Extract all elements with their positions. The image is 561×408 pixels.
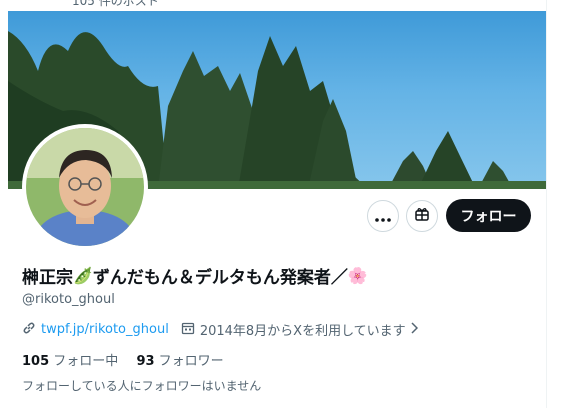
joined-date[interactable]: 2014年8月からXを利用しています [181,320,418,339]
name-prefix: 榊正宗 [22,268,73,288]
display-name: 榊正宗 🫛 ずんだもん＆デルタもん発案者／ 🌸 [22,263,368,288]
website-link[interactable]: twpf.jp/rikoto_ghoul [41,322,169,337]
top-bar: 105 件のポスト [0,0,561,11]
gift-icon [414,206,430,226]
joined-text: 2014年8月からXを利用しています [199,324,406,339]
post-count: 105 件のポスト [72,0,159,8]
avatar-photo [26,128,144,246]
column-divider [546,0,547,408]
no-common-followers-text: フォローしている人にフォロワーはいません [22,379,262,393]
chevron-right-icon [410,321,418,338]
following-link[interactable]: 105 フォロー中 [22,354,122,369]
calendar-icon [181,321,195,339]
more-horizontal-icon [375,207,391,226]
cherry-blossom-emoji: 🌸 [347,266,368,285]
following-label: フォロー中 [53,354,119,369]
follow-button[interactable]: フォロー [446,199,531,232]
name-main: ずんだもん＆デルタもん発案者／ [92,268,348,288]
followers-label: フォロワー [158,354,224,369]
profile-meta: twpf.jp/rikoto_ghoul 2014年8月からXを利用しています [22,320,418,339]
follow-stats: 105 フォロー中 93 フォロワー [22,350,224,369]
link-icon [22,321,36,339]
following-count: 105 [22,354,50,369]
followers-link[interactable]: 93 フォロワー [136,354,223,369]
followers-count: 93 [136,354,155,369]
more-button[interactable] [367,200,399,232]
gift-button[interactable] [406,200,438,232]
avatar[interactable] [22,124,148,250]
pea-pod-emoji: 🫛 [73,266,93,285]
user-handle: @rikoto_ghoul [22,292,115,307]
